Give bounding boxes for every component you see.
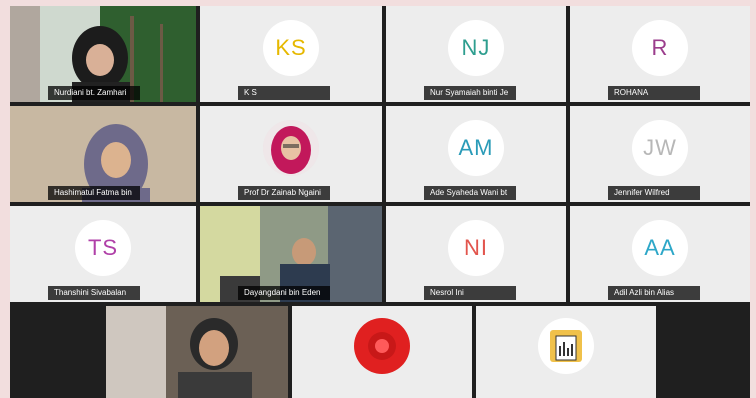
- participant-name: ROHANA: [608, 86, 700, 100]
- participant-name: Jennifer Wilfred: [608, 186, 700, 200]
- participant-tile[interactable]: R ROHANA: [570, 6, 750, 102]
- participant-tile[interactable]: [106, 306, 288, 398]
- participant-name: Dayangdani bin Eden: [238, 286, 330, 300]
- participant-tile[interactable]: NI Nesrol Ini: [386, 206, 566, 302]
- participant-tile[interactable]: Hashimatul Fatma bin: [10, 106, 196, 202]
- participant-tile[interactable]: Prof Dr Zainab Ngaini: [200, 106, 382, 202]
- meeting-grid: Nurdiani bt. Zamhari KS K S NJ Nur Syama…: [10, 6, 750, 398]
- participant-name: Nur Syamaiah binti Je: [424, 86, 516, 100]
- participant-tile[interactable]: [292, 306, 472, 398]
- document-icon: [550, 330, 582, 362]
- participant-tile[interactable]: Nurdiani bt. Zamhari: [10, 6, 196, 102]
- participant-avatar: NI: [448, 220, 504, 276]
- participant-tile[interactable]: [476, 306, 656, 398]
- participant-name: Thanshini Sivabalan: [48, 286, 140, 300]
- participant-name: Prof Dr Zainab Ngaini: [238, 186, 330, 200]
- avatar-initials: NI: [464, 235, 488, 260]
- participant-photo: [263, 120, 319, 176]
- avatar-initials: AM: [458, 135, 494, 160]
- record-icon: [368, 332, 396, 360]
- avatar-initials: AA: [644, 235, 676, 260]
- avatar-initials: R: [651, 35, 669, 60]
- avatar-initials: JW: [643, 135, 677, 160]
- participant-avatar: R: [632, 20, 688, 76]
- avatar-initials: TS: [87, 235, 119, 260]
- avatar-initials: KS: [275, 35, 307, 60]
- participant-name: Hashimatul Fatma bin: [48, 186, 140, 200]
- participant-name: K S: [238, 86, 330, 100]
- participant-avatar: AM: [448, 120, 504, 176]
- document-avatar: [538, 318, 594, 374]
- avatar-initials: NJ: [461, 35, 491, 60]
- participant-avatar: TS: [75, 220, 131, 276]
- participant-tile[interactable]: JW Jennifer Wilfred: [570, 106, 750, 202]
- participant-name: Nurdiani bt. Zamhari: [48, 86, 140, 100]
- participant-avatar: NJ: [448, 20, 504, 76]
- participant-name: Nesrol Ini: [424, 286, 516, 300]
- participant-name: Adil Azli bin Alias: [608, 286, 700, 300]
- participant-video: [106, 306, 288, 398]
- participant-tile[interactable]: KS K S: [200, 6, 382, 102]
- participant-tile[interactable]: Dayangdani bin Eden: [200, 206, 382, 302]
- participant-name: Ade Syaheda Wani bt: [424, 186, 516, 200]
- participant-tile[interactable]: TS Thanshini Sivabalan: [10, 206, 196, 302]
- participant-tile[interactable]: AA Adil Azli bin Alias: [570, 206, 750, 302]
- participant-tile[interactable]: AM Ade Syaheda Wani bt: [386, 106, 566, 202]
- participant-tile[interactable]: NJ Nur Syamaiah binti Je: [386, 6, 566, 102]
- red-avatar: [354, 318, 410, 374]
- participant-avatar: AA: [632, 220, 688, 276]
- participant-avatar: JW: [632, 120, 688, 176]
- participant-avatar: KS: [263, 20, 319, 76]
